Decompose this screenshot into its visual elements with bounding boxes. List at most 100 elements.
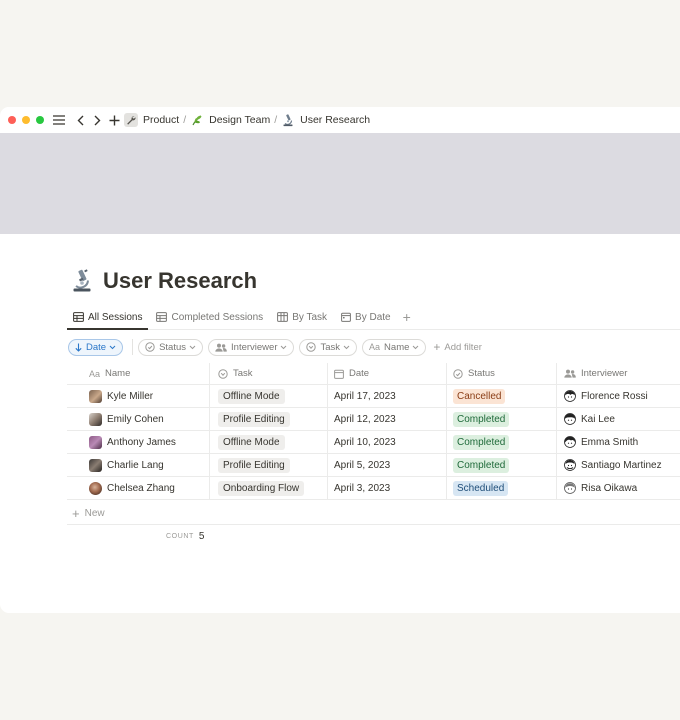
herb-icon bbox=[190, 113, 204, 127]
name-cell[interactable]: Charlie Lang bbox=[67, 454, 209, 476]
task-cell[interactable]: Profile Editing bbox=[209, 408, 327, 430]
task-tag: Offline Mode bbox=[218, 388, 285, 404]
name-cell[interactable]: Emily Cohen bbox=[67, 408, 209, 430]
table-row[interactable]: Charlie Lang Profile Editing April 5, 20… bbox=[67, 454, 680, 477]
filter-chip-interviewer[interactable]: Interviewer bbox=[208, 338, 295, 356]
add-view-plus-icon[interactable]: + bbox=[399, 305, 415, 329]
breadcrumb-separator: / bbox=[183, 114, 187, 126]
interviewer-cell[interactable]: Kai Lee bbox=[556, 408, 680, 430]
participant-name: Emily Cohen bbox=[107, 413, 164, 425]
tab-by-date[interactable]: By Date bbox=[335, 305, 397, 329]
column-header-name[interactable]: Aa Name bbox=[67, 363, 209, 384]
avatar bbox=[89, 389, 102, 403]
task-cell[interactable]: Profile Editing bbox=[209, 454, 327, 476]
interviewer-name: Kai Lee bbox=[581, 413, 615, 425]
session-date: April 5, 2023 bbox=[334, 459, 391, 471]
column-header-task[interactable]: Task bbox=[209, 363, 327, 384]
breadcrumb-user-research[interactable]: User Research bbox=[281, 113, 370, 127]
sort-chip-date[interactable]: Date bbox=[68, 338, 124, 356]
tab-label: All Sessions bbox=[88, 311, 143, 323]
table-row[interactable]: Kyle Miller Offline Mode April 17, 2023 … bbox=[67, 385, 680, 408]
tab-all-sessions[interactable]: All Sessions bbox=[67, 305, 149, 330]
session-date: April 3, 2023 bbox=[334, 482, 391, 494]
filter-chip-status[interactable]: Status bbox=[138, 338, 204, 356]
column-header-date[interactable]: Date bbox=[327, 363, 446, 384]
breadcrumb-label: User Research bbox=[300, 114, 371, 126]
avatar bbox=[564, 482, 576, 494]
sessions-table: Aa Name Task Date Status Interviewer Kyl… bbox=[67, 363, 680, 500]
add-filter-button[interactable]: + Add filter bbox=[431, 340, 482, 354]
tab-completed-sessions[interactable]: Completed Sessions bbox=[150, 305, 269, 329]
status-badge: Cancelled bbox=[453, 388, 506, 404]
task-cell[interactable]: Offline Mode bbox=[209, 431, 327, 453]
column-header-status[interactable]: Status bbox=[446, 363, 556, 384]
new-row-button[interactable]: + New bbox=[67, 502, 680, 525]
chevron-down-icon bbox=[413, 345, 419, 349]
task-cell[interactable]: Onboarding Flow bbox=[209, 477, 327, 499]
filter-chip-name[interactable]: Aa Name bbox=[362, 338, 427, 356]
name-cell[interactable]: Anthony James bbox=[67, 431, 209, 453]
chevron-down-icon bbox=[281, 345, 287, 349]
date-cell[interactable]: April 12, 2023 bbox=[327, 408, 446, 430]
session-date: April 12, 2023 bbox=[334, 413, 396, 425]
row-count[interactable]: COUNT 5 bbox=[166, 530, 204, 542]
view-tabs: All Sessions Completed Sessions By Task … bbox=[67, 305, 680, 330]
table-row[interactable]: Anthony James Offline Mode April 10, 202… bbox=[67, 431, 680, 454]
chevron-down-icon bbox=[189, 345, 196, 349]
chip-label: Status bbox=[159, 341, 187, 353]
breadcrumb-design-team[interactable]: Design Team bbox=[190, 113, 270, 127]
tab-by-task[interactable]: By Task bbox=[271, 305, 333, 329]
maximize-window-button[interactable] bbox=[36, 116, 44, 124]
date-cell[interactable]: April 10, 2023 bbox=[327, 431, 446, 453]
status-cell[interactable]: Completed bbox=[446, 454, 556, 476]
breadcrumb-product[interactable]: Product bbox=[124, 113, 179, 127]
table-icon bbox=[156, 312, 168, 322]
microscope-icon[interactable] bbox=[71, 268, 95, 294]
app-window: Product / Design Team / User Research Us… bbox=[0, 107, 680, 613]
interviewer-cell[interactable]: Emma Smith bbox=[556, 431, 680, 453]
count-label: COUNT bbox=[166, 532, 194, 540]
status-cell[interactable]: Scheduled bbox=[446, 477, 556, 499]
interviewer-cell[interactable]: Florence Rossi bbox=[556, 385, 680, 407]
status-icon bbox=[453, 368, 463, 379]
task-tag: Profile Editing bbox=[218, 411, 290, 427]
tab-label: By Date bbox=[355, 311, 391, 323]
date-cell[interactable]: April 5, 2023 bbox=[327, 454, 446, 476]
status-cell[interactable]: Completed bbox=[446, 431, 556, 453]
date-cell[interactable]: April 17, 2023 bbox=[327, 385, 446, 407]
forward-arrow-icon[interactable] bbox=[92, 111, 102, 129]
filter-divider bbox=[132, 339, 134, 355]
new-page-plus-icon[interactable] bbox=[108, 111, 120, 129]
interviewer-cell[interactable]: Santiago Martinez bbox=[556, 454, 680, 476]
breadcrumb-label: Product bbox=[143, 114, 180, 126]
filter-bar: Date Status Interviewer Task Aa Name + A… bbox=[68, 338, 482, 356]
status-cell[interactable]: Cancelled bbox=[446, 385, 556, 407]
filter-chip-task[interactable]: Task bbox=[299, 338, 358, 356]
name-cell[interactable]: Chelsea Zhang bbox=[67, 477, 209, 499]
interviewer-cell[interactable]: Risa Oikawa bbox=[556, 477, 680, 499]
menu-icon[interactable] bbox=[52, 111, 66, 129]
interviewer-name: Santiago Martinez bbox=[581, 459, 662, 471]
participant-name: Kyle Miller bbox=[107, 390, 154, 402]
minimize-window-button[interactable] bbox=[22, 116, 30, 124]
date-cell[interactable]: April 3, 2023 bbox=[327, 477, 446, 499]
close-window-button[interactable] bbox=[8, 116, 16, 124]
column-header-interviewer[interactable]: Interviewer bbox=[556, 363, 680, 384]
tab-label: By Task bbox=[292, 311, 328, 323]
page-title[interactable]: User Research bbox=[71, 266, 257, 296]
status-cell[interactable]: Completed bbox=[446, 408, 556, 430]
back-arrow-icon[interactable] bbox=[75, 111, 85, 129]
arrow-down-icon bbox=[75, 343, 82, 352]
avatar bbox=[89, 435, 102, 449]
chip-label: Name bbox=[384, 341, 410, 353]
new-row-label: New bbox=[84, 507, 105, 519]
participant-name: Chelsea Zhang bbox=[107, 482, 175, 494]
select-icon bbox=[218, 368, 228, 379]
name-cell[interactable]: Kyle Miller bbox=[67, 385, 209, 407]
chip-label: Task bbox=[320, 341, 341, 353]
table-row[interactable]: Chelsea Zhang Onboarding Flow April 3, 2… bbox=[67, 477, 680, 500]
microscope-icon bbox=[281, 113, 295, 127]
task-tag: Offline Mode bbox=[218, 434, 285, 450]
task-cell[interactable]: Offline Mode bbox=[209, 385, 327, 407]
table-row[interactable]: Emily Cohen Profile Editing April 12, 20… bbox=[67, 408, 680, 431]
